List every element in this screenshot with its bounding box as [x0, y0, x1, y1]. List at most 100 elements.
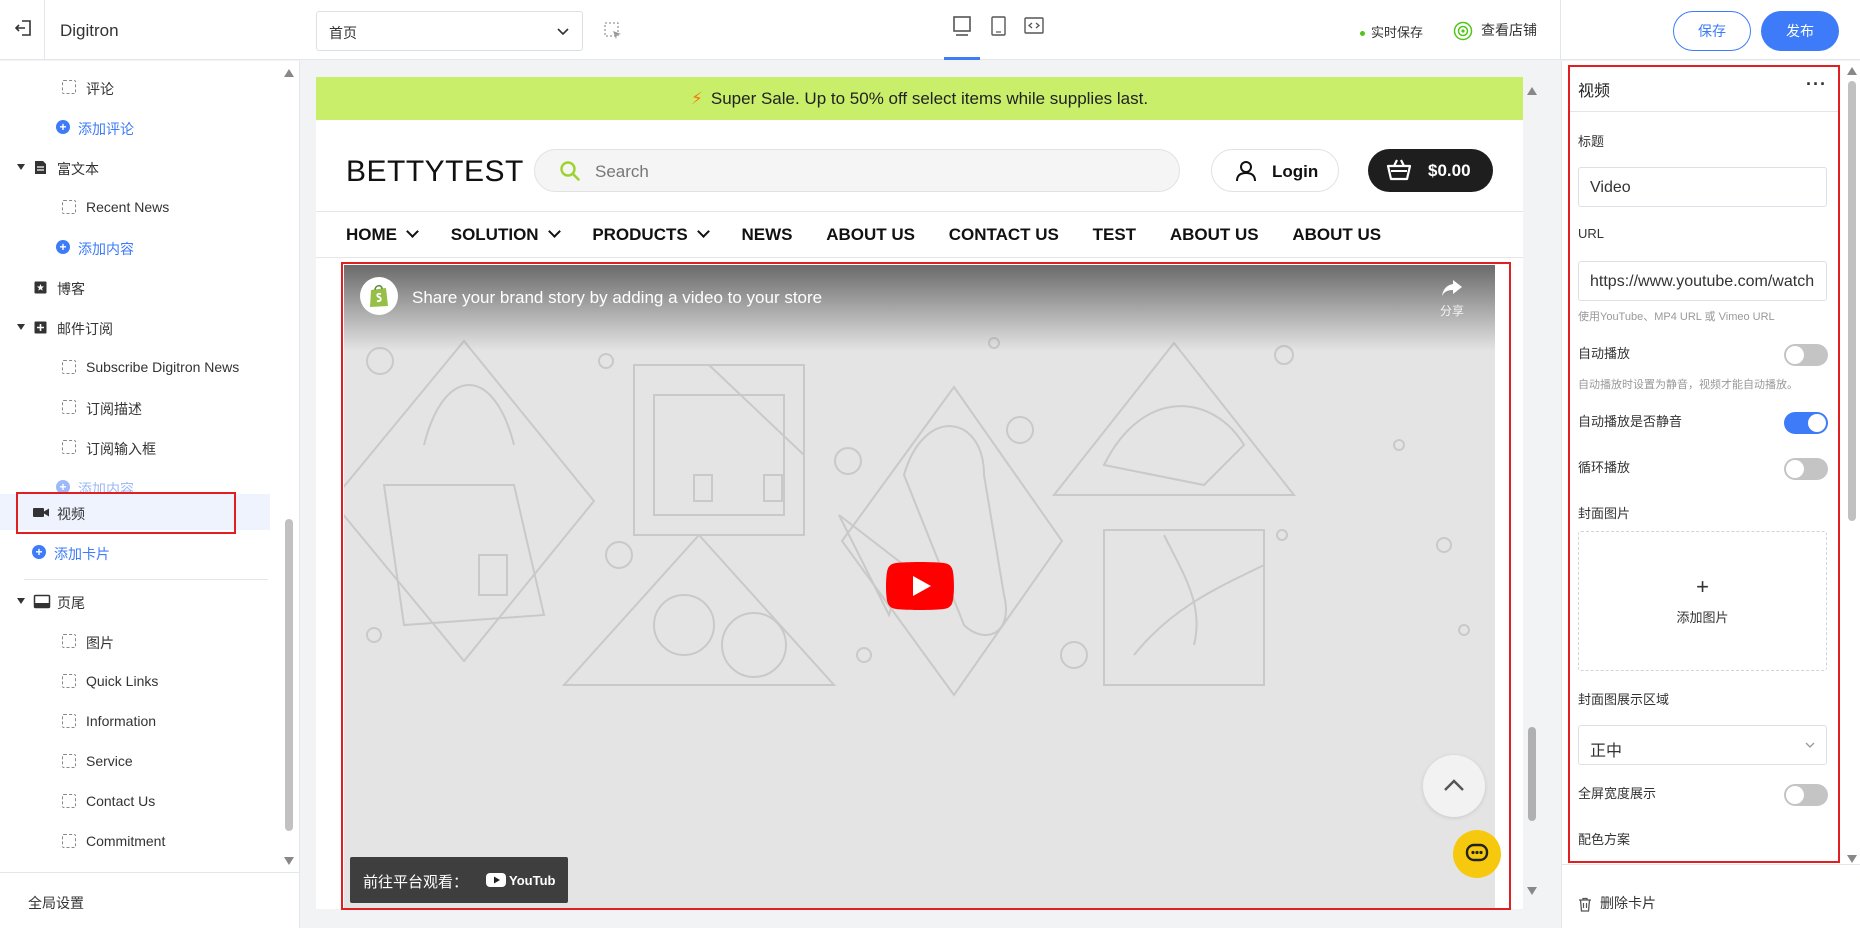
scroll-thumb[interactable]: [285, 519, 293, 831]
desktop-view-button[interactable]: [944, 14, 980, 60]
add-content-button[interactable]: + 添加内容: [0, 229, 270, 265]
store-search-input[interactable]: Search: [534, 149, 1180, 192]
chat-icon: [1465, 843, 1489, 862]
tree-item-information[interactable]: Information: [0, 703, 270, 739]
announcement-text: Super Sale. Up to 50% off select items w…: [710, 89, 1149, 108]
add-card-button[interactable]: + 添加卡片: [0, 534, 270, 570]
scroll-thumb[interactable]: [1528, 727, 1536, 821]
view-store-label: 查看店铺: [1481, 22, 1537, 38]
view-store-link[interactable]: 查看店铺: [1453, 20, 1537, 41]
nav-item-about-us[interactable]: ABOUT US: [1170, 225, 1259, 245]
user-icon: [1236, 161, 1256, 182]
nav-item-solution[interactable]: SOLUTION: [450, 225, 561, 245]
tree-item-contact-us[interactable]: Contact Us: [0, 783, 270, 819]
scroll-thumb[interactable]: [1848, 81, 1856, 521]
scroll-up-arrow[interactable]: [1847, 67, 1857, 75]
tree-item-label: 邮件订阅: [57, 321, 113, 337]
block-icon: [62, 674, 76, 688]
divider: [1562, 864, 1860, 865]
nav-label: CONTACT US: [948, 225, 1059, 244]
plus-icon: +: [56, 240, 70, 254]
block-icon: [62, 714, 76, 728]
scroll-up-arrow[interactable]: [284, 69, 294, 77]
tree-section-newsletter[interactable]: 邮件订阅: [0, 309, 270, 345]
tree-scrollbar[interactable]: [284, 69, 294, 865]
tree-item-comment[interactable]: 评论: [0, 69, 270, 105]
exit-icon[interactable]: [14, 18, 34, 38]
add-comment-button[interactable]: + 添加评论: [0, 109, 270, 145]
page-select-value: 首页: [329, 25, 357, 41]
panel-scrollbar[interactable]: [1846, 67, 1858, 863]
nav-item-news[interactable]: NEWS: [741, 225, 792, 245]
delete-card-button[interactable]: 删除卡片: [1578, 893, 1656, 913]
tree-item-label: 博客: [57, 281, 85, 297]
element-select-icon[interactable]: [603, 21, 623, 41]
autosave-label: 实时保存: [1371, 25, 1424, 40]
search-icon: [560, 161, 580, 181]
plus-icon: +: [32, 545, 46, 559]
caret-down-icon[interactable]: [17, 324, 25, 330]
tree-section-richtext[interactable]: 富文本: [0, 149, 270, 185]
tree-item-recent-news[interactable]: Recent News: [0, 189, 270, 225]
nav-item-about-us[interactable]: ABOUT US: [826, 225, 915, 245]
block-icon: [62, 360, 76, 374]
tablet-view-button[interactable]: [980, 14, 1016, 60]
add-label: 添加卡片: [54, 546, 110, 562]
preview-scrollbar[interactable]: [1525, 77, 1539, 909]
nav-item-contact-us[interactable]: CONTACT US: [949, 225, 1059, 245]
tree-item-label: Information: [86, 713, 157, 729]
tree-item-label: 图片: [86, 635, 114, 651]
cart-total: $0.00: [1428, 161, 1471, 180]
basket-icon: [1386, 159, 1412, 181]
tree-section-blog[interactable]: 博客: [0, 269, 270, 305]
block-icon: [62, 80, 76, 94]
block-icon: [62, 754, 76, 768]
login-button[interactable]: Login: [1211, 149, 1339, 192]
nav-item-products[interactable]: PRODUCTS: [592, 225, 710, 245]
scroll-down-arrow[interactable]: [1527, 887, 1537, 895]
scroll-down-arrow[interactable]: [284, 857, 294, 865]
save-button[interactable]: 保存: [1673, 11, 1751, 51]
tree-item-label: 评论: [86, 81, 114, 97]
page-select[interactable]: 首页: [316, 11, 583, 51]
scroll-to-top-button[interactable]: [1423, 755, 1485, 817]
tree-item-service[interactable]: Service: [0, 743, 270, 779]
global-settings-button[interactable]: 全局设置: [0, 872, 300, 928]
chat-button[interactable]: [1453, 830, 1501, 878]
tree-item-subscribe-title[interactable]: Subscribe Digitron News: [0, 349, 270, 385]
tree-item-subscribe-desc[interactable]: 订阅描述: [0, 389, 270, 425]
tree-item-commitment[interactable]: Commitment: [0, 823, 270, 859]
tree-item-label: Contact Us: [86, 793, 156, 809]
plus-icon: +: [56, 120, 70, 134]
divider: [24, 579, 268, 580]
code-view-button[interactable]: [1016, 14, 1052, 60]
store-logo[interactable]: BETTYTEST: [346, 155, 524, 189]
tree-section-footer[interactable]: 页尾: [0, 583, 270, 619]
caret-down-icon[interactable]: [17, 164, 25, 170]
block-icon: [62, 440, 76, 454]
lightning-icon: ⚡: [690, 89, 703, 108]
caret-down-icon[interactable]: [17, 598, 25, 604]
nav-item-home[interactable]: HOME: [346, 225, 419, 245]
tree-item-label: Commitment: [86, 833, 166, 849]
chevron-down-icon: [547, 225, 561, 238]
cart-button[interactable]: $0.00: [1368, 149, 1493, 192]
nav-label: SOLUTION: [450, 225, 539, 244]
tree-item-footer-image[interactable]: 图片: [0, 623, 270, 659]
add-label: 添加内容: [78, 241, 134, 257]
selection-highlight: [16, 492, 236, 534]
scroll-up-arrow[interactable]: [1527, 87, 1537, 95]
tree-item-quick-links[interactable]: Quick Links: [0, 663, 270, 699]
publish-button[interactable]: 发布: [1761, 11, 1839, 51]
main-nav: HOME SOLUTION PRODUCTS NEWS ABOUT US CON…: [346, 225, 1410, 249]
nav-item-test[interactable]: TEST: [1093, 225, 1136, 245]
delete-card-label: 删除卡片: [1600, 895, 1656, 911]
eye-icon: [1453, 22, 1473, 41]
scroll-down-arrow[interactable]: [1847, 855, 1857, 863]
tree-item-label: Service: [86, 753, 133, 769]
nav-item-about-us[interactable]: ABOUT US: [1292, 225, 1381, 245]
tree-item-subscribe-input[interactable]: 订阅输入框: [0, 429, 270, 465]
chevron-down-icon: [696, 225, 710, 238]
announcement-bar[interactable]: ⚡ Super Sale. Up to 50% off select items …: [316, 77, 1523, 120]
panel-highlight: [1568, 65, 1840, 863]
